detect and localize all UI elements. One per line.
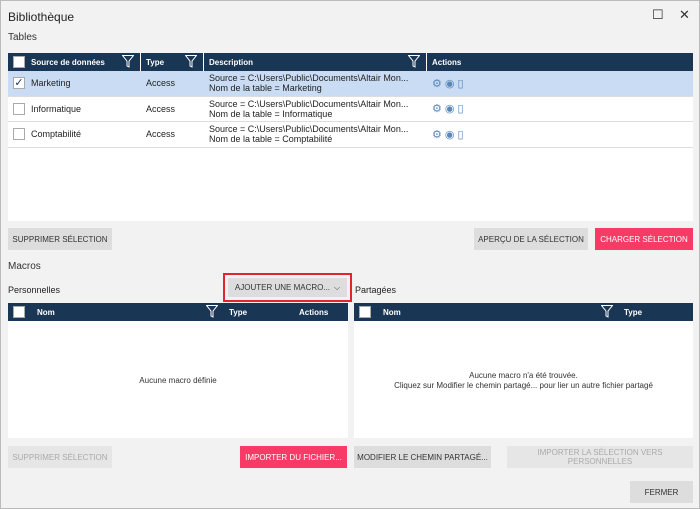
macros-label: Macros	[8, 261, 41, 272]
shared-empty-line2: Cliquez sur Modifier le chemin partagé..…	[394, 381, 653, 390]
preview-selection-button[interactable]: APERÇU DE LA SÉLECTION	[474, 228, 588, 250]
row-type: Access	[146, 78, 176, 89]
filter-icon[interactable]	[122, 55, 134, 68]
gear-icon[interactable]: ⚙	[432, 103, 442, 115]
panel-icon[interactable]: ▯	[457, 103, 463, 115]
row-type: Access	[146, 103, 176, 114]
column-actions: Actions	[299, 307, 329, 317]
load-selection-button[interactable]: CHARGER SÉLECTION	[595, 228, 693, 250]
table-row[interactable]: Informatique Access Source = C:\Users\Pu…	[8, 97, 693, 122]
row-name: Informatique	[31, 103, 82, 114]
shared-macros-grid: Nom Type Aucune macro n'a été trouvée. C…	[354, 303, 693, 438]
panel-icon[interactable]: ▯	[457, 129, 463, 141]
filter-icon[interactable]	[408, 55, 420, 68]
row-name: Comptabilité	[31, 129, 82, 140]
row-name: Marketing	[31, 78, 71, 89]
column-type: Type	[146, 57, 165, 67]
row-description: Source = C:\Users\Public\Documents\Altai…	[204, 124, 427, 144]
personal-label: Personnelles	[8, 285, 61, 295]
table-row[interactable]: ✓ Marketing Access Source = C:\Users\Publ…	[8, 71, 693, 97]
shared-empty-message: Aucune macro n'a été trouvée. Cliquez su…	[354, 371, 693, 391]
column-source: Source de données	[31, 57, 105, 67]
column-type: Type	[229, 307, 248, 317]
row-description: Source = C:\Users\Public\Documents\Altai…	[204, 73, 427, 93]
tables-label: Tables	[8, 32, 37, 43]
import-file-button[interactable]: IMPORTER DU FICHIER...	[240, 446, 347, 468]
shared-label: Partagées	[355, 285, 397, 295]
select-all-checkbox[interactable]	[359, 306, 371, 318]
column-name: Nom	[383, 307, 401, 317]
row-checkbox[interactable]	[13, 128, 25, 141]
shared-empty-line1: Aucune macro n'a été trouvée.	[469, 371, 578, 380]
select-all-checkbox[interactable]	[13, 56, 25, 68]
column-type: Type	[624, 307, 643, 317]
eye-icon[interactable]: ◉	[445, 103, 455, 115]
add-macro-button[interactable]: AJOUTER UNE MACRO... ⌵	[228, 278, 347, 297]
add-macro-label: AJOUTER UNE MACRO...	[234, 283, 331, 292]
gear-icon[interactable]: ⚙	[432, 78, 442, 90]
tables-grid: Source de données Type Description Actio…	[8, 53, 693, 221]
row-checkbox[interactable]	[13, 102, 25, 115]
description-source: Source = C:\Users\Public\Documents\Altai…	[209, 124, 409, 135]
column-description: Description	[209, 57, 254, 67]
description-table: Nom de la table = Marketing	[209, 83, 322, 94]
maximize-icon[interactable]: ☐	[652, 7, 664, 23]
tables-header: Source de données Type Description Actio…	[8, 53, 693, 71]
filter-icon[interactable]	[206, 305, 218, 318]
edit-shared-path-button[interactable]: MODIFIER LE CHEMIN PARTAGÉ...	[354, 446, 491, 468]
delete-selection-button[interactable]: SUPPRIMER SÉLECTION	[8, 228, 112, 250]
row-type: Access	[146, 129, 176, 140]
table-row[interactable]: Comptabilité Access Source = C:\Users\Pu…	[8, 122, 693, 148]
close-button[interactable]: FERMER	[630, 481, 693, 503]
import-to-personal-button[interactable]: IMPORTER LA SÉLECTION VERS PERSONNELLES	[507, 446, 693, 468]
window-title: Bibliothèque	[8, 10, 75, 24]
chevron-down-icon: ⌵	[334, 282, 341, 292]
macro-delete-selection-button[interactable]: SUPPRIMER SÉLECTION	[8, 446, 112, 468]
row-description: Source = C:\Users\Public\Documents\Altai…	[204, 99, 427, 119]
personal-macros-grid: Nom Type Actions Aucune macro définie	[8, 303, 348, 438]
close-icon[interactable]: ✕	[679, 7, 690, 23]
row-checkbox[interactable]: ✓	[13, 77, 25, 90]
description-table: Nom de la table = Informatique	[209, 108, 333, 119]
panel-icon[interactable]: ▯	[457, 78, 463, 90]
personal-header: Nom Type Actions	[8, 303, 348, 321]
personal-empty-message: Aucune macro définie	[139, 376, 217, 385]
column-name: Nom	[37, 307, 55, 317]
eye-icon[interactable]: ◉	[445, 129, 455, 141]
gear-icon[interactable]: ⚙	[432, 129, 442, 141]
description-source: Source = C:\Users\Public\Documents\Altai…	[209, 98, 409, 109]
eye-icon[interactable]: ◉	[445, 78, 455, 90]
filter-icon[interactable]	[601, 305, 613, 318]
filter-icon[interactable]	[185, 55, 197, 68]
shared-header: Nom Type	[354, 303, 693, 321]
description-table: Nom de la table = Comptabilité	[209, 134, 333, 145]
description-source: Source = C:\Users\Public\Documents\Altai…	[209, 73, 409, 84]
column-actions: Actions	[432, 57, 462, 67]
select-all-checkbox[interactable]	[13, 306, 25, 318]
